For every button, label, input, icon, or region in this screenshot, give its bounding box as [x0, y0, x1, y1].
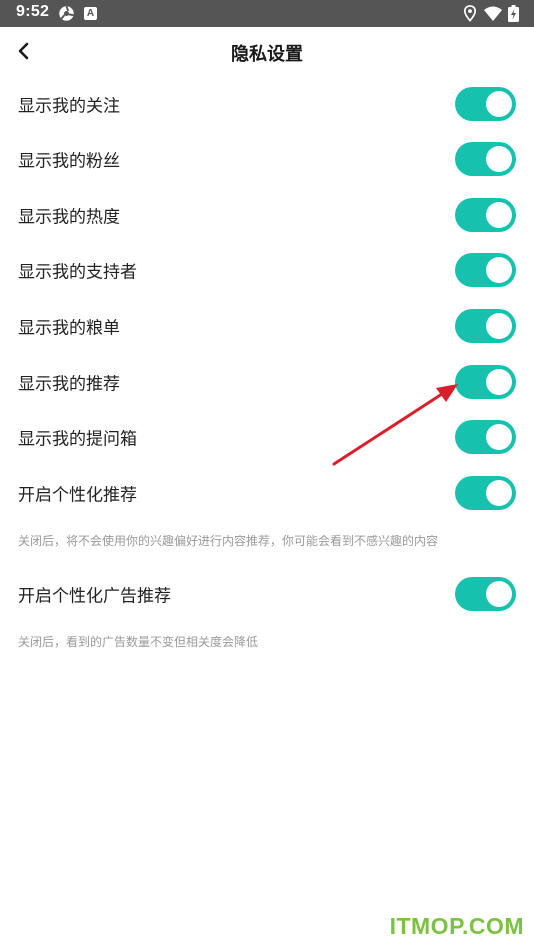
battery-charging-icon	[508, 5, 519, 22]
setting-row-heat: 显示我的热度	[0, 187, 534, 243]
setting-row-personalized-ads: 开启个性化广告推荐	[0, 566, 534, 622]
setting-label: 显示我的关注	[18, 96, 120, 117]
status-bar: 9:52 A	[0, 0, 534, 27]
a-badge-icon: A	[84, 7, 97, 20]
setting-label: 显示我的粉丝	[18, 151, 120, 172]
toggle-switch[interactable]	[455, 198, 516, 232]
toggle-switch[interactable]	[455, 253, 516, 287]
setting-row-recommend: 显示我的推荐	[0, 354, 534, 410]
page-title: 隐私设置	[231, 44, 303, 65]
setting-label: 显示我的提问箱	[18, 429, 137, 450]
setting-label: 开启个性化广告推荐	[18, 586, 171, 607]
setting-label: 显示我的支持者	[18, 262, 137, 283]
toggle-knob	[486, 91, 512, 117]
setting-label: 显示我的热度	[18, 207, 120, 228]
toggle-knob	[486, 146, 512, 172]
wifi-icon	[484, 6, 502, 21]
toggle-knob	[486, 581, 512, 607]
gear-icon	[59, 5, 74, 21]
setting-row-grain-list: 显示我的粮单	[0, 298, 534, 354]
toggle-switch[interactable]	[455, 87, 516, 121]
toggle-knob	[486, 313, 512, 339]
toggle-knob	[486, 202, 512, 228]
toggle-knob	[486, 257, 512, 283]
watermark-logo: ITMOP.COM	[389, 913, 524, 939]
toggle-switch[interactable]	[455, 365, 516, 399]
setting-label: 显示我的推荐	[18, 374, 120, 395]
setting-row-following: 显示我的关注	[0, 76, 534, 132]
setting-label: 开启个性化推荐	[18, 485, 137, 506]
toggle-switch[interactable]	[455, 420, 516, 454]
setting-row-supporters: 显示我的支持者	[0, 242, 534, 298]
header-bar: 隐私设置	[0, 27, 534, 77]
toggle-knob	[486, 424, 512, 450]
setting-description: 关闭后，看到的广告数量不变但相关度会降低	[18, 635, 259, 649]
setting-row-personalized: 开启个性化推荐	[0, 465, 534, 521]
setting-row-fans: 显示我的粉丝	[0, 131, 534, 187]
toggle-switch[interactable]	[455, 577, 516, 611]
location-icon	[463, 5, 477, 22]
toggle-switch[interactable]	[455, 476, 516, 510]
setting-description: 关闭后，将不会使用你的兴趣偏好进行内容推荐，你可能会看到不感兴趣的内容	[18, 534, 439, 548]
toggle-knob	[486, 480, 512, 506]
setting-label: 显示我的粮单	[18, 318, 120, 339]
toggle-knob	[486, 369, 512, 395]
toggle-switch[interactable]	[455, 142, 516, 176]
setting-row-question-box: 显示我的提问箱	[0, 409, 534, 465]
status-time: 9:52	[16, 3, 50, 20]
toggle-switch[interactable]	[455, 309, 516, 343]
